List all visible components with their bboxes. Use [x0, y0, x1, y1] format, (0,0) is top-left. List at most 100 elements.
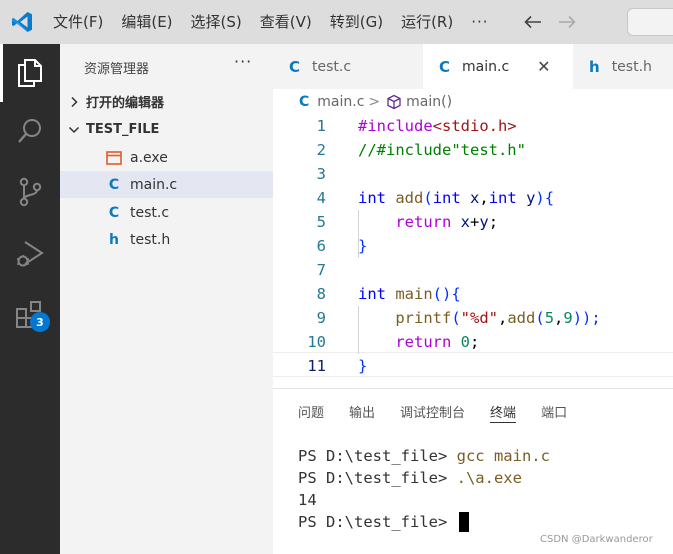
- line-number: 10: [307, 333, 326, 351]
- sidebar-more-button[interactable]: ···: [234, 52, 252, 71]
- terminal-line: PS D:\test_file> gcc main.c: [298, 447, 550, 465]
- tab-output[interactable]: 输出: [349, 389, 375, 433]
- folder-label: TEST_FILE: [86, 122, 160, 137]
- back-arrow-icon[interactable]: [516, 0, 550, 44]
- terminal-line: 14: [298, 491, 317, 509]
- line-text: int main(){: [358, 285, 461, 303]
- menu-bar: 文件(F) 编辑(E) 选择(S) 查看(V) 转到(G) 运行(R) ···: [44, 0, 498, 44]
- line-number: 9: [316, 309, 326, 327]
- menu-edit[interactable]: 编辑(E): [112, 0, 181, 44]
- menu-selection[interactable]: 选择(S): [182, 0, 251, 44]
- tab-main-c[interactable]: C main.c ✕: [423, 44, 573, 89]
- chevron-down-icon: [66, 125, 82, 135]
- explorer-icon[interactable]: [0, 44, 60, 102]
- file-item-test-c[interactable]: C test.c: [60, 199, 273, 226]
- panel-tabs: 问题 输出 调试控制台 终端 端口: [273, 389, 567, 433]
- line-number: 11: [307, 357, 326, 375]
- code-line: 7: [273, 258, 673, 282]
- method-cube-icon: [386, 94, 402, 110]
- folder-section[interactable]: TEST_FILE: [60, 116, 273, 143]
- explorer-sidebar: 资源管理器 ··· 打开的编辑器 TEST_FILE a.exe C main.…: [60, 44, 273, 554]
- tab-terminal[interactable]: 终端: [490, 389, 517, 433]
- file-name: main.c: [130, 176, 178, 193]
- menu-go[interactable]: 转到(G): [321, 0, 392, 44]
- line-number: 8: [316, 285, 326, 303]
- open-editors-label: 打开的编辑器: [86, 96, 165, 111]
- vscode-logo-icon: [0, 0, 44, 44]
- line-text: #include<stdio.h>: [358, 117, 517, 135]
- line-text: }: [358, 357, 368, 375]
- c-file-icon: C: [289, 57, 301, 76]
- breadcrumb-file[interactable]: main.c: [317, 94, 364, 110]
- menu-view[interactable]: 查看(V): [251, 0, 321, 44]
- terminal-line: PS D:\test_file>: [298, 511, 550, 533]
- run-debug-icon[interactable]: [0, 225, 60, 283]
- tab-label: main.c: [462, 58, 510, 75]
- c-file-icon: C: [299, 93, 310, 110]
- watermark: CSDN @Darkwanderor: [540, 534, 653, 545]
- line-text: printf("%d",add(5,9));: [395, 309, 601, 327]
- code-editor[interactable]: 1 #include<stdio.h> 2 //#include"test.h"…: [273, 114, 673, 380]
- breadcrumb-symbol[interactable]: main(): [406, 94, 452, 110]
- file-name: a.exe: [130, 149, 168, 166]
- command-center-input[interactable]: [627, 8, 673, 36]
- code-line: 9 printf("%d",add(5,9));: [273, 306, 673, 330]
- tab-problems[interactable]: 问题: [298, 389, 324, 433]
- code-line: 4 int add(int x,int y){: [273, 186, 673, 210]
- file-name: test.c: [130, 204, 170, 221]
- line-text: return 0;: [395, 333, 480, 351]
- line-number: 3: [316, 165, 326, 183]
- c-file-icon: C: [108, 176, 120, 193]
- h-file-icon: h: [589, 57, 600, 76]
- extensions-badge: 3: [30, 312, 50, 332]
- line-number: 7: [316, 261, 326, 279]
- file-name: test.h: [130, 231, 171, 248]
- line-text: int add(int x,int y){: [358, 189, 555, 207]
- exe-file-icon: [104, 150, 124, 165]
- breadcrumb: C main.c > main(): [273, 89, 673, 114]
- terminal[interactable]: PS D:\test_file> gcc main.c PS D:\test_f…: [298, 445, 550, 533]
- line-number: 5: [316, 213, 326, 231]
- tab-label: test.h: [611, 58, 652, 75]
- menu-run[interactable]: 运行(R): [392, 0, 462, 44]
- h-file-icon: h: [109, 231, 119, 248]
- code-line: 11 }: [273, 354, 673, 378]
- line-text: //#include"test.h": [358, 141, 526, 159]
- open-editors-section[interactable]: 打开的编辑器: [60, 88, 273, 115]
- tab-debug-console[interactable]: 调试控制台: [400, 389, 465, 433]
- menu-file[interactable]: 文件(F): [44, 0, 112, 44]
- code-line: 1 #include<stdio.h>: [273, 114, 673, 138]
- code-line: 3: [273, 162, 673, 186]
- code-line: 6 }: [273, 234, 673, 258]
- line-number: 6: [316, 237, 326, 255]
- code-line: 10 return 0;: [273, 330, 673, 354]
- tab-test-h[interactable]: h test.h: [573, 44, 673, 89]
- file-item-main-c[interactable]: C main.c: [60, 171, 273, 198]
- terminal-cursor: [458, 512, 469, 532]
- extensions-icon[interactable]: [0, 286, 60, 344]
- tab-label: test.c: [312, 58, 352, 75]
- terminal-line: PS D:\test_file> .\a.exe: [298, 469, 522, 487]
- c-file-icon: C: [108, 204, 120, 221]
- code-line: 8 int main(){: [273, 282, 673, 306]
- nav-arrows: [516, 0, 584, 44]
- search-icon[interactable]: [0, 102, 60, 160]
- sidebar-title: 资源管理器: [84, 62, 150, 77]
- title-bar: 文件(F) 编辑(E) 选择(S) 查看(V) 转到(G) 运行(R) ···: [0, 0, 673, 44]
- file-item-a-exe[interactable]: a.exe: [60, 144, 273, 171]
- forward-arrow-icon[interactable]: [550, 0, 584, 44]
- tab-ports[interactable]: 端口: [541, 389, 567, 433]
- menu-more[interactable]: ···: [462, 0, 497, 44]
- source-control-icon[interactable]: [0, 163, 60, 221]
- tab-test-c[interactable]: C test.c: [273, 44, 423, 89]
- vscode-window: 文件(F) 编辑(E) 选择(S) 查看(V) 转到(G) 运行(R) ···: [0, 0, 673, 554]
- bottom-panel: 问题 输出 调试控制台 终端 端口 PS D:\test_file> gcc m…: [273, 388, 673, 554]
- close-icon[interactable]: ✕: [537, 57, 550, 76]
- code-line: 5 return x+y;: [273, 210, 673, 234]
- line-number: 1: [316, 117, 326, 135]
- line-number: 2: [316, 141, 326, 159]
- file-item-test-h[interactable]: h test.h: [60, 226, 273, 253]
- chevron-right-icon: [66, 96, 82, 108]
- breadcrumb-separator: >: [368, 93, 381, 110]
- activity-bar: 3: [0, 44, 60, 554]
